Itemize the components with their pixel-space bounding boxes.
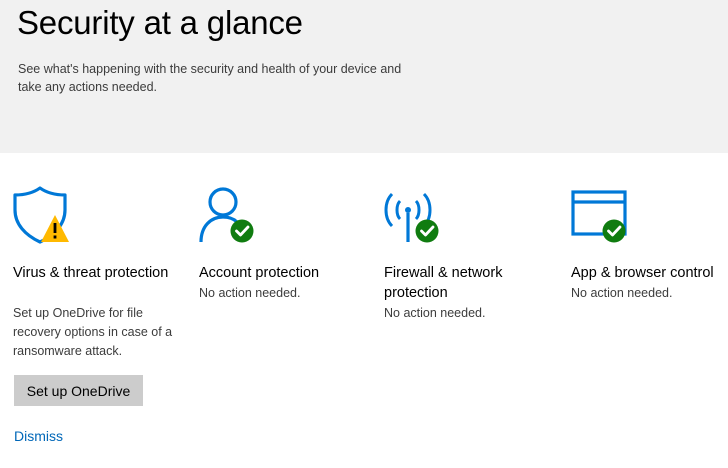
tile-status: No action needed. [199,286,301,300]
check-badge-icon [415,219,439,243]
tile-title: Virus & threat protection [13,265,169,281]
virus-shield-warning-icon [13,186,69,244]
app-browser-window-check-icon [571,190,627,243]
tile-status: No action needed. [571,286,673,300]
tile-title: Account protection [199,265,320,281]
setup-onedrive-button[interactable]: Set up OneDrive [14,375,143,406]
account-person-check-icon [199,187,254,243]
tile-status: No action needed. [384,306,486,320]
check-badge-icon [602,219,626,243]
tile-status: Set up OneDrive for file recovery option… [13,306,173,358]
tile-title: Firewall & network protection [384,265,503,301]
dismiss-link[interactable]: Dismiss [14,428,63,444]
page-header: Security at a glance See what's happenin… [0,0,728,153]
tile-title: App & browser control [571,265,714,281]
page-subtitle: See what's happening with the security a… [18,62,402,94]
firewall-antenna-check-icon [384,192,439,243]
page-title: Security at a glance [17,4,303,41]
check-badge-icon [230,219,254,243]
